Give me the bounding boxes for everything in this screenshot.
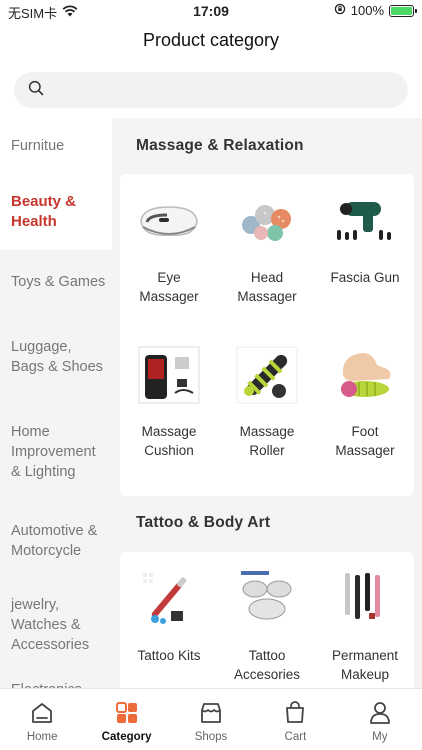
item-label: Tattoo Accesories (233, 648, 301, 682)
page-title: Product category (142, 30, 280, 50)
sidebar-item-label: Luggage, Bags & Shoes (11, 339, 103, 375)
tab-home[interactable]: Home (0, 689, 84, 750)
section-title-tattoo: Tattoo & Body Art (136, 514, 271, 531)
section-card-tattoo: Tattoo Kits Tattoo Accesories Permanent … (120, 552, 414, 688)
tattoo-kits-image (133, 564, 205, 634)
item-label: Eye Massager (139, 270, 199, 304)
eye-massager-image (133, 186, 205, 256)
cart-icon (281, 699, 309, 727)
product-category-item[interactable]: Massage Cushion (120, 328, 218, 482)
product-category-item[interactable]: Fascia Gun (316, 174, 414, 328)
section-title-massage: Massage & Relaxation (136, 137, 304, 154)
tab-label: Home (26, 731, 58, 743)
tattoo-accessories-image (231, 564, 303, 634)
tab-label: Cart (284, 731, 307, 743)
item-label: Fascia Gun (330, 270, 400, 285)
sidebar-item-label: Toys & Games (11, 274, 106, 290)
permanent-makeup-image (329, 564, 401, 634)
tab-label: Shops (194, 731, 228, 743)
foot-massager-image (329, 340, 401, 410)
sidebar-item-luggage-bags-shoes[interactable]: Luggage, Bags & Shoes (0, 314, 112, 400)
category-icon (113, 699, 141, 727)
item-label: Permanent Makeup (331, 648, 399, 682)
item-label: Head Massager (237, 270, 297, 304)
sidebar-item-home-improvement[interactable]: Home Improvement & Lighting (0, 400, 112, 504)
tab-bar: Home Category Shops Cart My (0, 688, 422, 750)
tab-label: Category (101, 731, 152, 743)
home-icon (28, 699, 56, 727)
item-label: Tattoo Kits (137, 648, 201, 663)
fascia-gun-image (329, 186, 401, 256)
section-card-massage: Eye Massager Head Massager Fascia Gun Ma… (120, 174, 414, 496)
sidebar-item-label: Furnitue (11, 138, 65, 154)
sidebar-item-toys-games[interactable]: Toys & Games (0, 250, 112, 314)
product-category-item[interactable]: Massage Roller (218, 328, 316, 482)
tab-category[interactable]: Category (84, 689, 168, 750)
item-label: Massage Cushion (141, 424, 197, 458)
item-label: Foot Massager (335, 424, 395, 458)
search-bar[interactable] (14, 72, 408, 108)
tab-cart[interactable]: Cart (253, 689, 337, 750)
sidebar-item-furniture[interactable]: Furnitue (0, 118, 112, 174)
sidebar-item-automotive[interactable]: Automotive & Motorcycle (0, 504, 112, 578)
sidebar-item-label: Beauty & Health (11, 193, 77, 230)
product-category-item[interactable]: Tattoo Kits (120, 552, 218, 688)
sidebar-item-label: jewelry, Watches & Accessories (11, 597, 90, 653)
search-input[interactable] (52, 82, 372, 98)
battery-percent: 100% (350, 3, 384, 18)
sidebar-item-label: Electronics (11, 680, 82, 688)
product-category-item[interactable]: Tattoo Accesories (218, 552, 316, 688)
category-sidebar: Furnitue Beauty & Health Toys & Games Lu… (0, 118, 112, 688)
product-category-item[interactable]: Foot Massager (316, 328, 414, 482)
sidebar-item-label: Automotive & Motorcycle (11, 523, 98, 559)
head-massager-image (231, 186, 303, 256)
orientation-lock-icon (334, 3, 346, 18)
category-content: Massage & Relaxation Eye Massager Head M… (112, 118, 422, 688)
product-category-item[interactable]: Head Massager (218, 174, 316, 328)
status-bar: 无SIM卡 17:09 100% (0, 0, 422, 24)
sidebar-item-electronics[interactable]: Electronics (0, 672, 112, 688)
tab-my[interactable]: My (338, 689, 422, 750)
product-category-item[interactable]: Eye Massager (120, 174, 218, 328)
search-icon (28, 80, 44, 101)
sidebar-item-label: Home Improvement & Lighting (11, 424, 96, 480)
massage-cushion-image (133, 340, 205, 410)
massage-roller-image (231, 340, 303, 410)
sidebar-item-beauty-health[interactable]: Beauty & Health (0, 174, 112, 250)
status-right: 100% (334, 3, 417, 18)
product-category-item[interactable]: Permanent Makeup (316, 552, 414, 688)
tab-shops[interactable]: Shops (169, 689, 253, 750)
sidebar-item-jewelry-watches[interactable]: jewelry, Watches & Accessories (0, 578, 112, 672)
item-label: Massage Roller (239, 424, 295, 458)
user-icon (366, 699, 394, 727)
shop-icon (197, 699, 225, 727)
battery-icon (389, 4, 417, 17)
tab-label: My (372, 731, 388, 743)
